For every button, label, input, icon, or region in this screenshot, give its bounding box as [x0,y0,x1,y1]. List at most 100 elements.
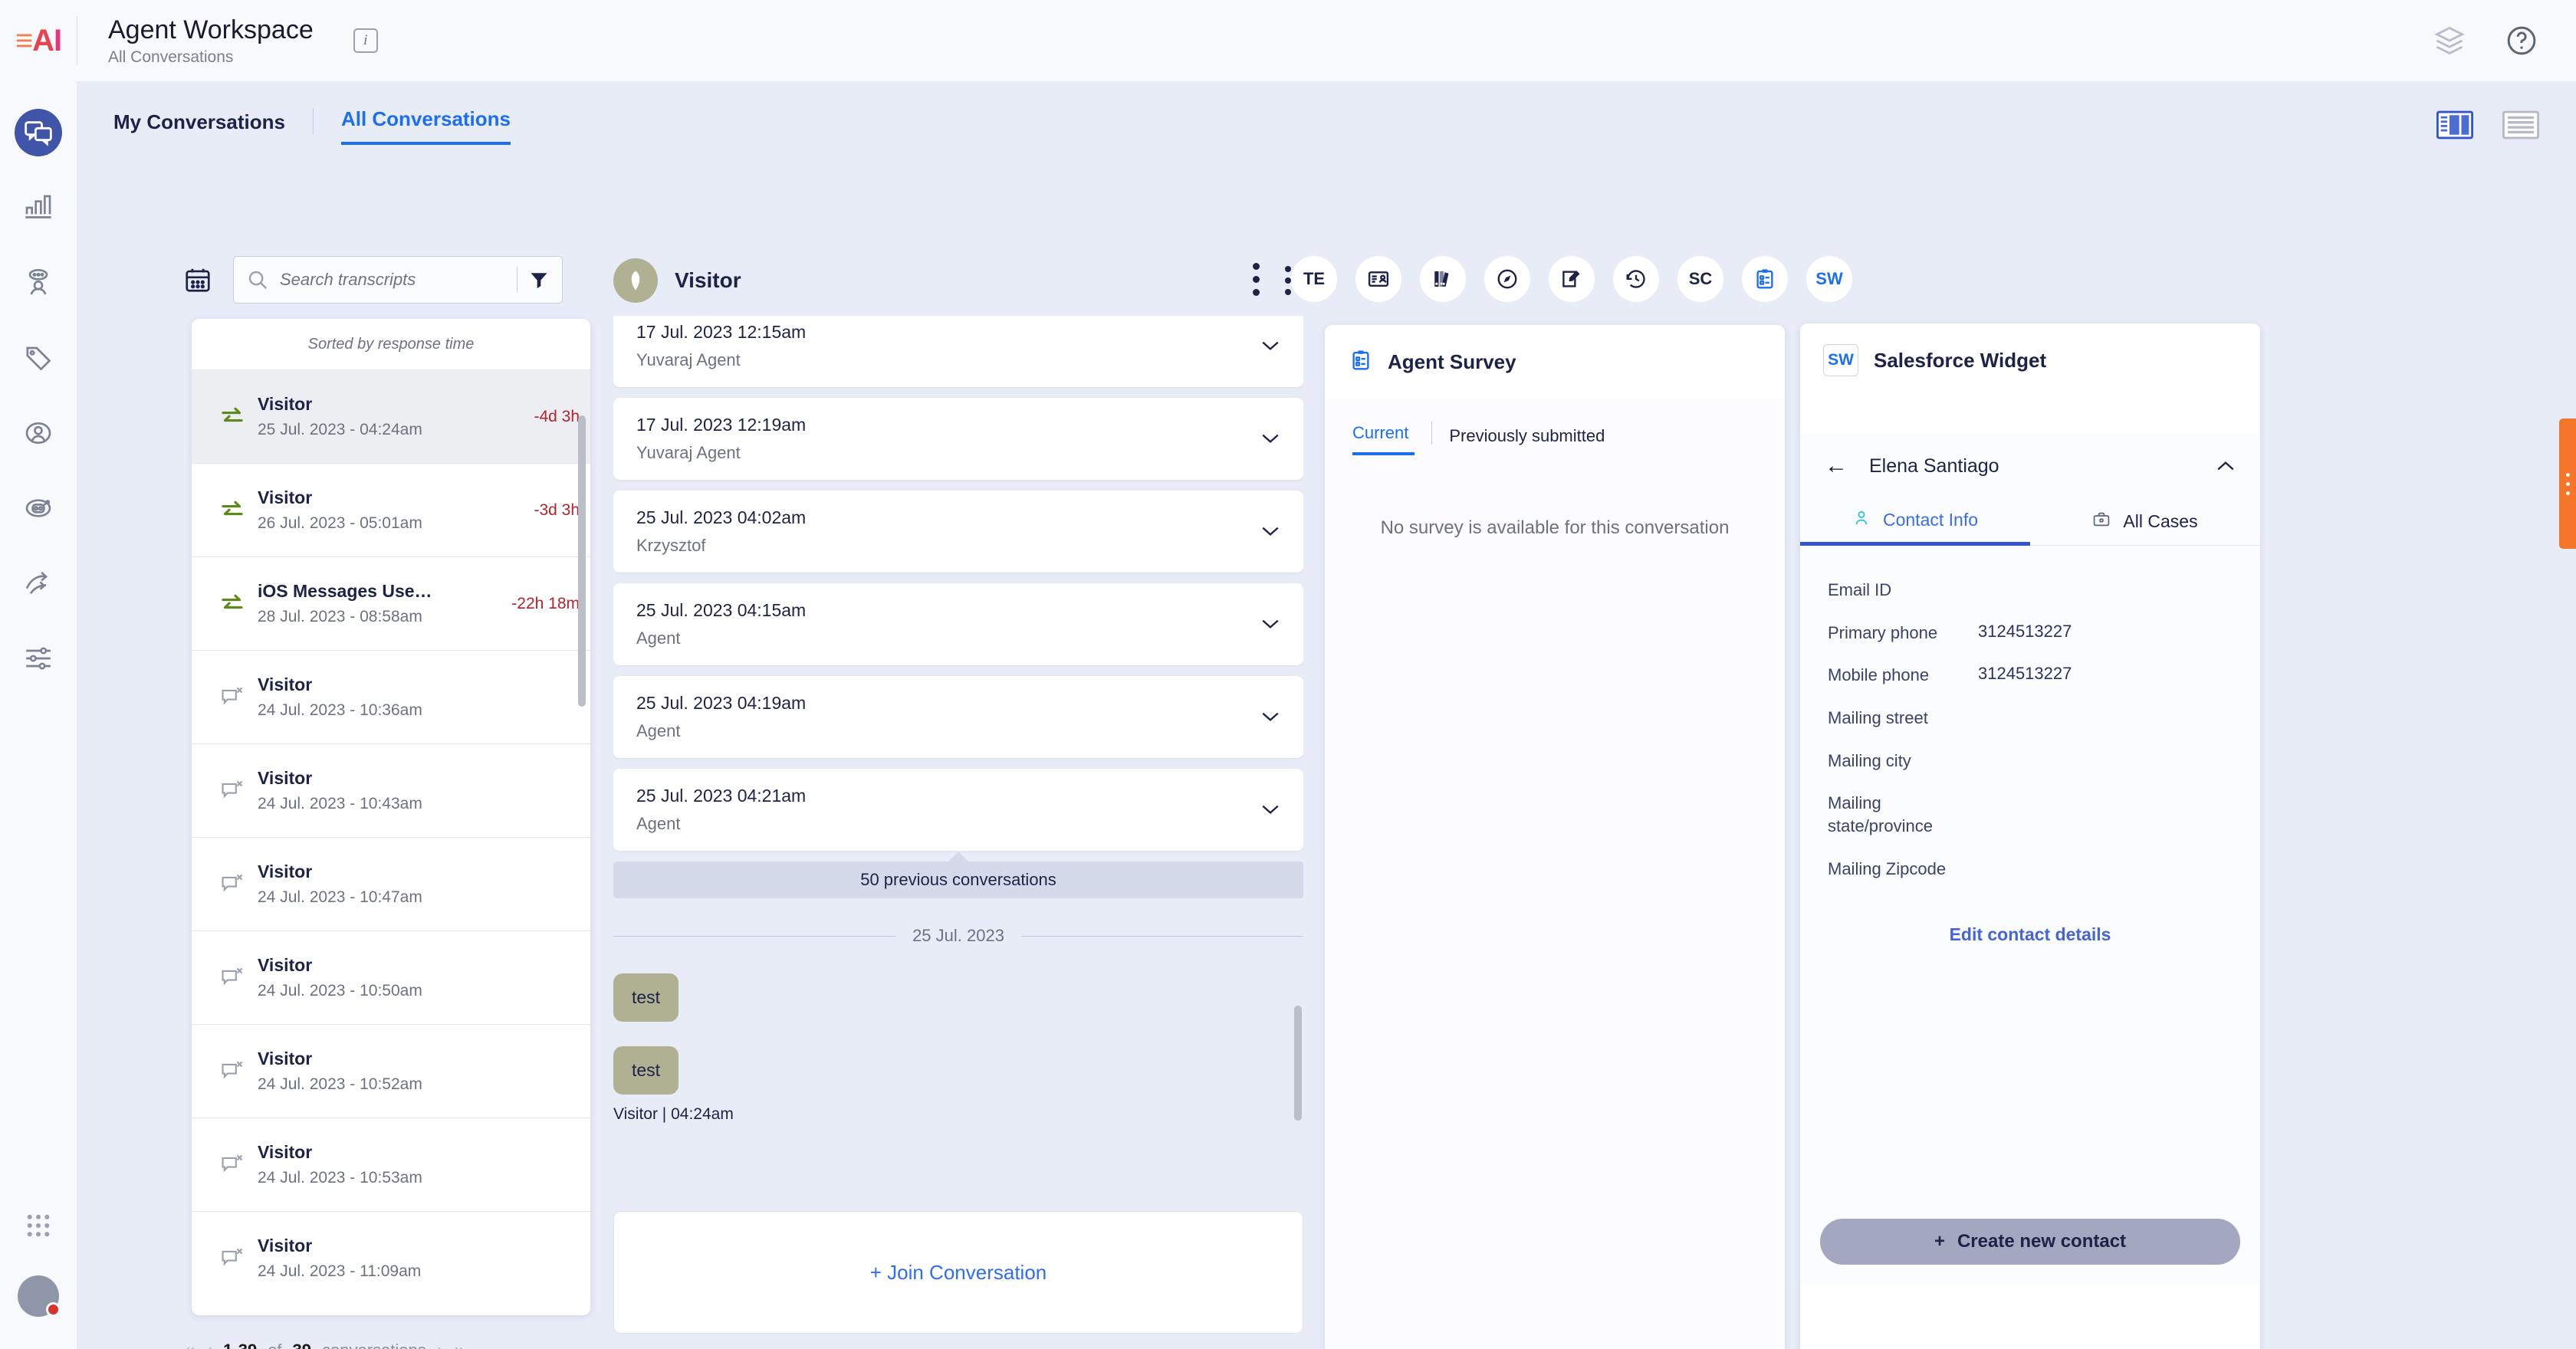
transcript-scroll[interactable]: 17 Jul. 2023 12:15am Yuvaraj Agent 17 Jul.… [613,316,1303,1182]
conversation-item-name: Visitor [258,768,313,788]
conversation-item-date: 24 Jul. 2023 - 10:47am [258,888,422,906]
list-view-toggle[interactable] [2502,110,2539,139]
conversation-list-item[interactable]: Visitor 26 Jul. 2023 - 05:01am -3d 3h [192,463,590,556]
previous-conversation-item[interactable]: 25 Jul. 2023 04:02am Krzysztof [613,491,1303,573]
search-input[interactable] [280,270,506,290]
conversation-list-item[interactable]: Visitor 25 Jul. 2023 - 04:24am -4d 3h [192,369,590,463]
tab-my-conversations[interactable]: My Conversations [113,110,313,145]
previous-conversation-item[interactable]: 17 Jul. 2023 12:19am Yuvaraj Agent [613,398,1303,480]
conversation-item-body: Visitor 24 Jul. 2023 - 10:52am [258,1049,573,1094]
contact-field: Mailing street [1828,697,2233,740]
tab-survey-previously-submitted[interactable]: Previously submitted [1449,426,1605,455]
conversation-list-scroll[interactable]: Visitor 25 Jul. 2023 - 04:24am -4d 3h Visit… [192,369,590,1315]
conversation-list-item[interactable]: Visitor 24 Jul. 2023 - 10:43am [192,743,590,837]
calendar-icon[interactable] [182,264,213,295]
create-new-contact-button[interactable]: + Create new contact [1820,1219,2240,1265]
sidebar-item-automation[interactable] [15,560,62,607]
conversation-list-item[interactable]: Visitor 24 Jul. 2023 - 10:52am [192,1024,590,1118]
info-icon[interactable]: i [353,28,378,53]
avatar[interactable] [18,1275,61,1317]
status-badge [46,1302,61,1317]
sidebar-item-conversations[interactable] [15,109,62,156]
transcript-scrollbar[interactable] [1294,1006,1302,1121]
conversation-list-item[interactable]: Visitor 24 Jul. 2023 - 10:50am [192,931,590,1024]
chevron-down-icon[interactable] [1260,798,1280,822]
sidebar-item-tags[interactable] [15,334,62,382]
history-button[interactable] [1613,256,1659,302]
contact-field-label: Primary phone [1828,622,1938,642]
day-separator-line-right [1020,935,1303,937]
salesforce-widget-panel: SW Salesforce Widget ← Elena Santiago Co… [1800,323,2260,1349]
contact-tabs: Contact Info All Cases [1800,498,2260,546]
chevron-down-icon[interactable] [1260,612,1280,636]
conversation-item-body: Visitor 24 Jul. 2023 - 10:47am [258,862,573,907]
conversation-item-date: 24 Jul. 2023 - 10:53am [258,1169,422,1187]
sidebar-item-settings[interactable] [15,635,62,682]
logo-part-3: I [54,23,62,57]
tab-all-cases[interactable]: All Cases [2030,498,2260,546]
conversation-item-date: 24 Jul. 2023 - 10:50am [258,982,422,999]
message-row: test Visitor | 04:24am [613,1046,1303,1124]
help-icon[interactable] [2504,23,2539,58]
sc-button[interactable]: SC [1677,256,1723,302]
conversation-item-badge: -22h 18m [511,594,580,612]
tab-contact-info[interactable]: Contact Info [1800,498,2030,546]
conversation-item-body: Visitor 24 Jul. 2023 - 10:53am [258,1142,573,1187]
pagination-next[interactable]: › [437,1338,444,1349]
chevron-down-icon[interactable] [1260,427,1280,451]
conversation-list-item[interactable]: Visitor 24 Jul. 2023 - 10:47am [192,837,590,931]
join-conversation-button[interactable]: + Join Conversation [613,1211,1303,1334]
tab-survey-current[interactable]: Current [1352,423,1415,455]
previous-conversation-item[interactable]: 25 Jul. 2023 04:19am Agent [613,676,1303,758]
chevron-down-icon[interactable] [1260,334,1280,358]
previous-conversation-date: 17 Jul. 2023 12:15am [636,322,807,342]
chevron-down-icon[interactable] [1260,520,1280,543]
message-meta: Visitor | 04:24am [613,1105,734,1123]
back-arrow-icon[interactable]: ← [1825,453,1848,479]
conversation-list-item[interactable]: Visitor 24 Jul. 2023 - 11:09am [192,1211,590,1305]
sw-button[interactable]: SW [1806,256,1852,302]
previous-conversations-bar[interactable]: 50 previous conversations [613,852,1303,898]
column-view-toggle[interactable] [2436,110,2473,139]
filter-icon[interactable] [528,269,550,290]
contact-field-value: 3124513227 [1978,621,2072,641]
tab-all-conversations[interactable]: All Conversations [340,107,511,145]
app-logo[interactable]: ≡ A I [0,0,77,81]
sorted-by-label: Sorted by response time [192,319,590,369]
previous-conversation-body: 25 Jul. 2023 04:02am Krzysztof [636,507,1260,556]
layers-icon[interactable] [2432,23,2467,58]
edit-contact-details-link[interactable]: Edit contact details [1800,924,2260,945]
chevron-up-icon[interactable] [2216,455,2236,478]
apps-grid-icon[interactable] [15,1202,62,1249]
search-box[interactable] [233,256,563,304]
pagination-prev[interactable]: ‹ [205,1338,212,1349]
previous-conversation-item[interactable]: 25 Jul. 2023 04:21am Agent [613,769,1303,851]
sidebar-item-bots[interactable] [15,484,62,532]
conversation-item-name: Visitor [258,394,313,414]
knowledge-base-button[interactable] [1420,256,1466,302]
te-button[interactable]: TE [1291,256,1337,302]
contact-card-button[interactable] [1355,256,1401,302]
notes-button[interactable] [1549,256,1595,302]
toolbar-more-icon[interactable] [1242,256,1270,302]
clipboard-icon [1349,349,1372,376]
conversation-list-item[interactable]: Visitor 24 Jul. 2023 - 10:53am [192,1118,590,1211]
conversation-list-item[interactable]: iOS Messages Use… 28 Jul. 2023 - 08:58am -… [192,556,590,650]
sidebar-item-profiles[interactable] [15,409,62,457]
previous-conversation-item[interactable]: 17 Jul. 2023 12:15am Yuvaraj Agent [613,316,1303,387]
pagination-first[interactable]: « [184,1338,195,1349]
conversation-list-scrollbar[interactable] [578,415,586,707]
contact-field-label: Email ID [1828,580,1892,599]
chevron-down-icon[interactable] [1260,705,1280,729]
feedback-edge-tab[interactable] [2559,418,2576,549]
conversation-list-item[interactable]: Visitor 24 Jul. 2023 - 10:36am [192,650,590,743]
message-bubble: test [613,1046,679,1095]
survey-button[interactable] [1742,256,1788,302]
transcript-visitor-name: Visitor [675,268,741,292]
pagination-last[interactable]: » [454,1338,465,1349]
previous-conversation-item[interactable]: 25 Jul. 2023 04:15am Agent [613,583,1303,665]
sidebar-item-analytics[interactable] [15,184,62,231]
sidebar-item-agents[interactable] [15,259,62,307]
conversation-item-body: Visitor 24 Jul. 2023 - 10:50am [258,955,573,1000]
compass-button[interactable] [1484,256,1530,302]
